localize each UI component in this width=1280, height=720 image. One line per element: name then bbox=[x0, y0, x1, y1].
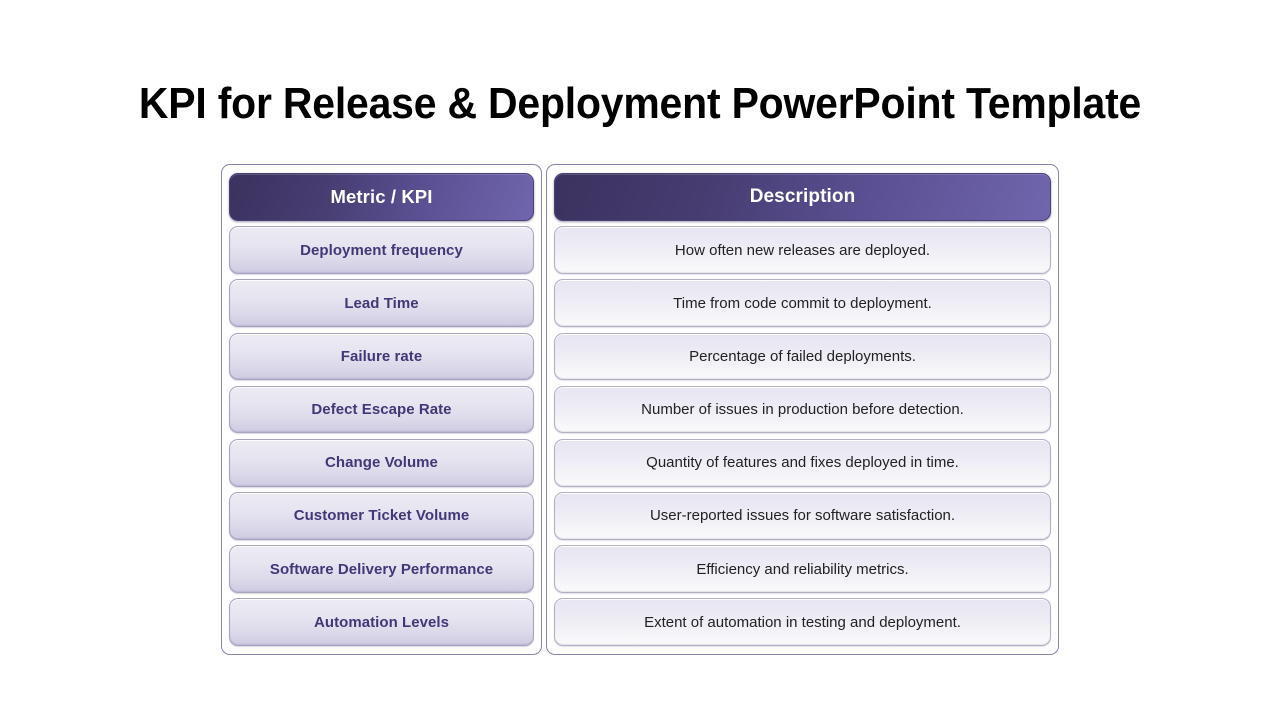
description-label: Number of issues in production before de… bbox=[641, 401, 964, 419]
description-column: Description How often new releases are d… bbox=[546, 164, 1059, 655]
description-label: How often new releases are deployed. bbox=[674, 241, 931, 259]
table-row[interactable]: Software Delivery Performance bbox=[229, 545, 534, 593]
table-row[interactable]: Lead Time bbox=[229, 279, 534, 328]
description-label: Quantity of features and fixes deployed … bbox=[646, 454, 959, 472]
description-label: Time from code commit to deployment. bbox=[673, 294, 932, 312]
metric-label: Failure rate bbox=[340, 347, 423, 365]
metric-label: Customer Ticket Volume bbox=[293, 507, 470, 525]
table-row[interactable]: How often new releases are deployed. bbox=[554, 226, 1051, 274]
table-row[interactable]: Deployment frequency bbox=[229, 226, 534, 274]
column-header-metric-label: Metric / KPI bbox=[330, 185, 433, 207]
table-row[interactable]: Percentage of failed deployments. bbox=[554, 332, 1051, 381]
table-row[interactable]: Change Volume bbox=[229, 438, 534, 487]
page-title: KPI for Release & Deployment PowerPoint … bbox=[138, 79, 1142, 128]
slide-canvas: KPI for Release & Deployment PowerPoint … bbox=[0, 0, 1280, 720]
description-label: User-reported issues for software satisf… bbox=[649, 507, 956, 525]
table-row[interactable]: Automation Levels bbox=[229, 598, 534, 647]
table-row[interactable]: Extent of automation in testing and depl… bbox=[554, 598, 1051, 647]
metric-label: Deployment frequency bbox=[300, 241, 463, 259]
metric-label: Change Volume bbox=[325, 454, 438, 472]
kpi-table: Metric / KPI Deployment frequency Lead T… bbox=[221, 164, 1059, 655]
table-row[interactable]: Failure rate bbox=[229, 332, 534, 381]
table-row[interactable]: Time from code commit to deployment. bbox=[554, 279, 1051, 328]
column-header-description-label: Description bbox=[749, 185, 856, 207]
metric-label: Lead Time bbox=[344, 294, 419, 312]
column-header-description: Description bbox=[554, 173, 1051, 221]
table-row[interactable]: Efficiency and reliability metrics. bbox=[554, 545, 1051, 593]
metric-label: Software Delivery Performance bbox=[269, 560, 494, 578]
table-row[interactable]: Quantity of features and fixes deployed … bbox=[554, 438, 1051, 487]
metric-label: Defect Escape Rate bbox=[311, 401, 452, 419]
metric-column: Metric / KPI Deployment frequency Lead T… bbox=[221, 164, 542, 655]
table-row[interactable]: Defect Escape Rate bbox=[229, 385, 534, 434]
description-label: Extent of automation in testing and depl… bbox=[644, 613, 961, 631]
table-row[interactable]: User-reported issues for software satisf… bbox=[554, 492, 1051, 540]
metric-label: Automation Levels bbox=[313, 613, 450, 631]
table-row[interactable]: Number of issues in production before de… bbox=[554, 385, 1051, 434]
table-row[interactable]: Customer Ticket Volume bbox=[229, 492, 534, 540]
description-label: Efficiency and reliability metrics. bbox=[696, 560, 909, 578]
column-header-metric: Metric / KPI bbox=[229, 173, 534, 221]
description-label: Percentage of failed deployments. bbox=[689, 347, 916, 365]
